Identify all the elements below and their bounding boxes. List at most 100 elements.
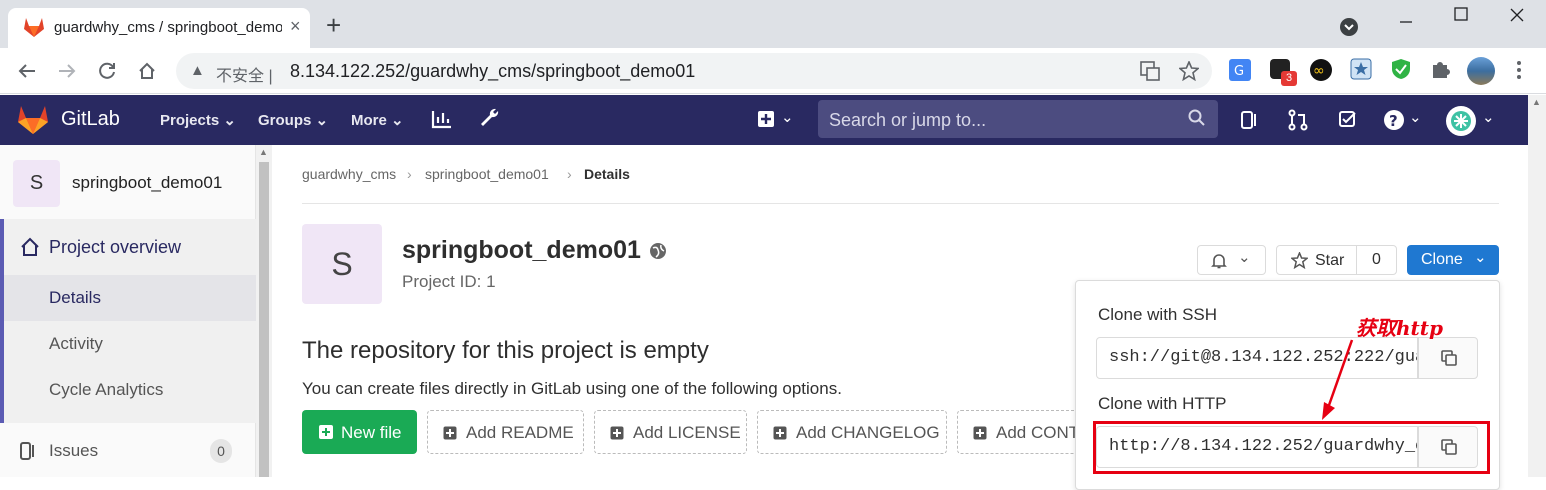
scroll-up-icon[interactable]: ▲	[259, 147, 268, 157]
annotation-arrow-icon	[1322, 339, 1354, 420]
breadcrumb-current[interactable]: Details	[584, 166, 630, 182]
breadcrumb-project[interactable]: springboot_demo01	[425, 166, 549, 182]
sidebar-item-issues[interactable]: Issues	[49, 441, 98, 461]
copy-ssh-button[interactable]	[1418, 337, 1478, 379]
star-icon	[1291, 252, 1308, 269]
forward-icon[interactable]	[57, 61, 77, 81]
warning-icon: ▲	[190, 62, 205, 79]
chevron-down-icon: ⌄	[1238, 249, 1251, 266]
new-file-button[interactable]: New file	[302, 410, 417, 454]
gitlab-logo-icon[interactable]	[18, 106, 48, 134]
add-changelog-button[interactable]: Add CHANGELOG	[757, 410, 947, 454]
tab-close-icon[interactable]: ×	[290, 16, 301, 37]
shield-extension-icon[interactable]	[1390, 58, 1412, 80]
close-window-icon[interactable]	[1509, 7, 1525, 23]
chevron-down-icon[interactable]: ⌄	[781, 108, 794, 126]
sidebar-subitem-cycle-analytics[interactable]: Cycle Analytics	[49, 380, 163, 400]
translate-icon[interactable]	[1140, 61, 1160, 81]
tab-search-icon[interactable]	[1340, 18, 1358, 36]
home-icon[interactable]	[137, 61, 157, 81]
nav-more[interactable]: More ⌄	[351, 111, 404, 129]
breadcrumb-group[interactable]: guardwhy_cms	[302, 166, 396, 182]
add-license-button[interactable]: Add LICENSE	[594, 410, 747, 454]
nav-projects[interactable]: Projects ⌄	[160, 111, 236, 129]
new-file-label: New file	[341, 423, 402, 442]
svg-text:G: G	[1234, 64, 1244, 79]
nav-groups[interactable]: Groups ⌄	[258, 111, 328, 129]
sidebar-scrollbar-thumb[interactable]	[259, 162, 269, 477]
bell-icon	[1211, 254, 1227, 269]
back-icon[interactable]	[17, 61, 37, 81]
sidebar-subitem-details[interactable]: Details	[4, 275, 256, 321]
reload-icon[interactable]	[97, 61, 117, 81]
new-item-plus-icon[interactable]	[758, 111, 774, 127]
copy-icon	[1441, 350, 1457, 366]
extension-badge: 3	[1281, 71, 1297, 86]
plus-square-icon	[319, 425, 333, 439]
breadcrumb-separator: ›	[407, 166, 412, 182]
sidebar-item-project-overview[interactable]: Project overview Details Activity Cycle …	[0, 219, 256, 423]
gitlab-favicon-icon	[24, 18, 44, 37]
browser-menu-icon[interactable]	[1515, 60, 1523, 80]
url-text[interactable]: 8.134.122.252/guardwhy_cms/springboot_de…	[290, 61, 695, 82]
clone-label: Clone	[1421, 251, 1463, 268]
browser-tab[interactable]: guardwhy_cms / springboot_demo01 ×	[8, 8, 310, 48]
merge-request-icon[interactable]	[1288, 109, 1308, 131]
star-extension-icon[interactable]	[1350, 58, 1372, 80]
gitlab-navbar: GitLab Projects ⌄ Groups ⌄ More ⌄ ⌄ Sear…	[0, 95, 1528, 145]
project-sidebar: S springboot_demo01 Project overview Det…	[0, 145, 256, 477]
chevron-down-icon[interactable]: ⌄	[1409, 108, 1422, 126]
sidebar-project-name[interactable]: springboot_demo01	[72, 173, 222, 193]
todo-icon[interactable]	[1338, 110, 1358, 130]
breadcrumb-separator: ›	[567, 166, 572, 182]
clone-ssh-label: Clone with SSH	[1098, 305, 1218, 324]
chevron-down-icon: ⌄	[1474, 249, 1487, 266]
sidebar-project-avatar[interactable]: S	[13, 160, 60, 207]
help-icon[interactable]: ?	[1383, 109, 1405, 131]
clone-http-label: Clone with HTTP	[1098, 394, 1227, 413]
breadcrumb-divider	[302, 203, 1499, 204]
public-globe-icon	[650, 243, 666, 259]
project-id: Project ID: 1	[402, 272, 496, 291]
notification-button[interactable]: ⌄	[1197, 245, 1266, 275]
sidebar-subitem-activity[interactable]: Activity	[49, 334, 103, 354]
empty-repo-title: The repository for this project is empty	[302, 337, 709, 364]
clone-button[interactable]: Clone ⌄	[1407, 245, 1499, 275]
add-readme-label: Add README	[466, 423, 574, 442]
browser-toolbar: ▲ 不安全 | 8.134.122.252/guardwhy_cms/sprin…	[0, 48, 1546, 94]
add-readme-button[interactable]: Add README	[427, 410, 584, 454]
gitlab-brand[interactable]: GitLab	[61, 108, 120, 131]
google-translate-extension-icon[interactable]: G	[1228, 58, 1252, 82]
browser-tabbar: guardwhy_cms / springboot_demo01 × +	[0, 0, 1546, 48]
new-tab-button[interactable]: +	[326, 10, 341, 41]
plus-square-icon	[610, 426, 624, 440]
user-avatar-icon[interactable]	[1446, 106, 1476, 136]
add-license-label: Add LICENSE	[633, 423, 741, 442]
issues-icon[interactable]	[1240, 110, 1260, 130]
bookmark-star-icon[interactable]	[1179, 61, 1199, 81]
search-icon	[1188, 109, 1205, 126]
address-bar[interactable]: ▲ 不安全 | 8.134.122.252/guardwhy_cms/sprin…	[176, 53, 1212, 89]
scroll-up-icon[interactable]: ▲	[1532, 97, 1541, 107]
add-changelog-label: Add CHANGELOG	[796, 423, 940, 442]
annotation-text: 获取http	[1356, 316, 1444, 340]
search-input[interactable]: Search or jump to...	[818, 100, 1218, 138]
project-title: springboot_demo01	[402, 236, 641, 264]
infinity-extension-icon[interactable]: ∞	[1310, 59, 1332, 81]
svg-text:∞: ∞	[1313, 63, 1325, 79]
maximize-icon[interactable]	[1454, 7, 1468, 21]
activity-chart-icon[interactable]	[431, 109, 453, 129]
clone-ssh-url-input[interactable]: ssh://git@8.134.122.252:222/guardwhy_cms…	[1096, 337, 1418, 379]
page-scrollbar[interactable]: ▲	[1528, 95, 1546, 477]
plus-square-icon	[443, 426, 457, 440]
plus-square-icon	[773, 426, 787, 440]
chevron-down-icon[interactable]: ⌄	[1482, 108, 1495, 126]
sidebar-item-label: Project overview	[49, 237, 182, 257]
profile-avatar[interactable]	[1467, 57, 1495, 85]
star-count[interactable]: 0	[1356, 245, 1397, 275]
minimize-icon[interactable]	[1398, 12, 1414, 28]
insecure-label[interactable]: 不安全 |	[216, 62, 273, 86]
puzzle-extensions-icon[interactable]	[1430, 59, 1450, 79]
admin-wrench-icon[interactable]	[479, 108, 501, 130]
star-button[interactable]: Star	[1276, 245, 1357, 275]
